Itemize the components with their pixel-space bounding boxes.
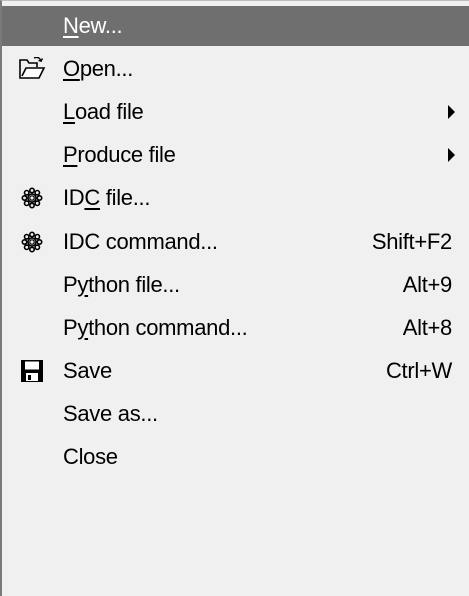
menu-item-label: New...: [63, 13, 123, 38]
menu-item-label: Open...: [63, 56, 134, 82]
menu-item-label: Produce file: [63, 142, 176, 168]
menu-item-python-command[interactable]: Python command... Alt+8: [2, 308, 469, 348]
menu-item-label: IDC file...: [63, 185, 151, 211]
menu-item-close[interactable]: Close: [2, 437, 469, 477]
icon-slot: [8, 437, 56, 477]
menu-item-label: Close: [63, 444, 118, 469]
gear-icon: [8, 178, 56, 218]
submenu-arrow-icon: [448, 105, 455, 120]
submenu-arrow-icon: [448, 148, 455, 163]
file-menu: New... Open... Load file Produce file IDC fi…: [0, 0, 469, 596]
icon-slot: [8, 308, 56, 348]
menu-item-shortcut: Shift+F2: [371, 228, 452, 254]
mnemonic-letter: P: [63, 142, 78, 168]
icon-slot: [8, 135, 56, 175]
menu-item-new[interactable]: New...: [2, 6, 469, 46]
menu-item-idc-file[interactable]: IDC file...: [2, 178, 469, 218]
open-folder-icon: [8, 49, 56, 89]
menu-item-shortcut: Alt+9: [402, 271, 453, 297]
mnemonic-letter: C: [84, 185, 100, 211]
mnemonic-letter: O: [63, 56, 80, 82]
gear-icon: [8, 222, 56, 262]
menu-item-idc-command[interactable]: IDC command... Shift+F2: [2, 222, 469, 262]
menu-item-label: Python command...: [63, 314, 248, 340]
icon-slot: [8, 394, 56, 434]
menu-item-save[interactable]: Save Ctrl+W: [2, 351, 469, 391]
menu-item-python-file[interactable]: Python file... Alt+9: [2, 265, 469, 305]
menu-item-label: Save: [63, 357, 112, 383]
floppy-disk-icon: [8, 351, 56, 391]
menu-item-label: Save as...: [63, 400, 158, 426]
mnemonic-letter: y: [77, 271, 89, 297]
menu-item-label: Python file...: [63, 271, 180, 297]
mnemonic-letter: y: [77, 314, 89, 340]
menu-item-open[interactable]: Open...: [2, 49, 469, 89]
menu-item-label: IDC command...: [63, 228, 218, 254]
menu-item-shortcut: Alt+8: [402, 314, 453, 340]
menu-item-load-file[interactable]: Load file: [2, 92, 469, 132]
mnemonic-letter: N: [63, 13, 79, 38]
menu-item-shortcut: Ctrl+W: [385, 357, 452, 383]
menu-item-label: Load file: [63, 99, 144, 125]
menu-item-produce-file[interactable]: Produce file: [2, 135, 469, 175]
mnemonic-letter: L: [63, 99, 75, 125]
icon-slot: [8, 92, 56, 132]
menu-item-save-as[interactable]: Save as...: [2, 394, 469, 434]
icon-slot: [8, 265, 56, 305]
icon-slot: [8, 6, 56, 46]
